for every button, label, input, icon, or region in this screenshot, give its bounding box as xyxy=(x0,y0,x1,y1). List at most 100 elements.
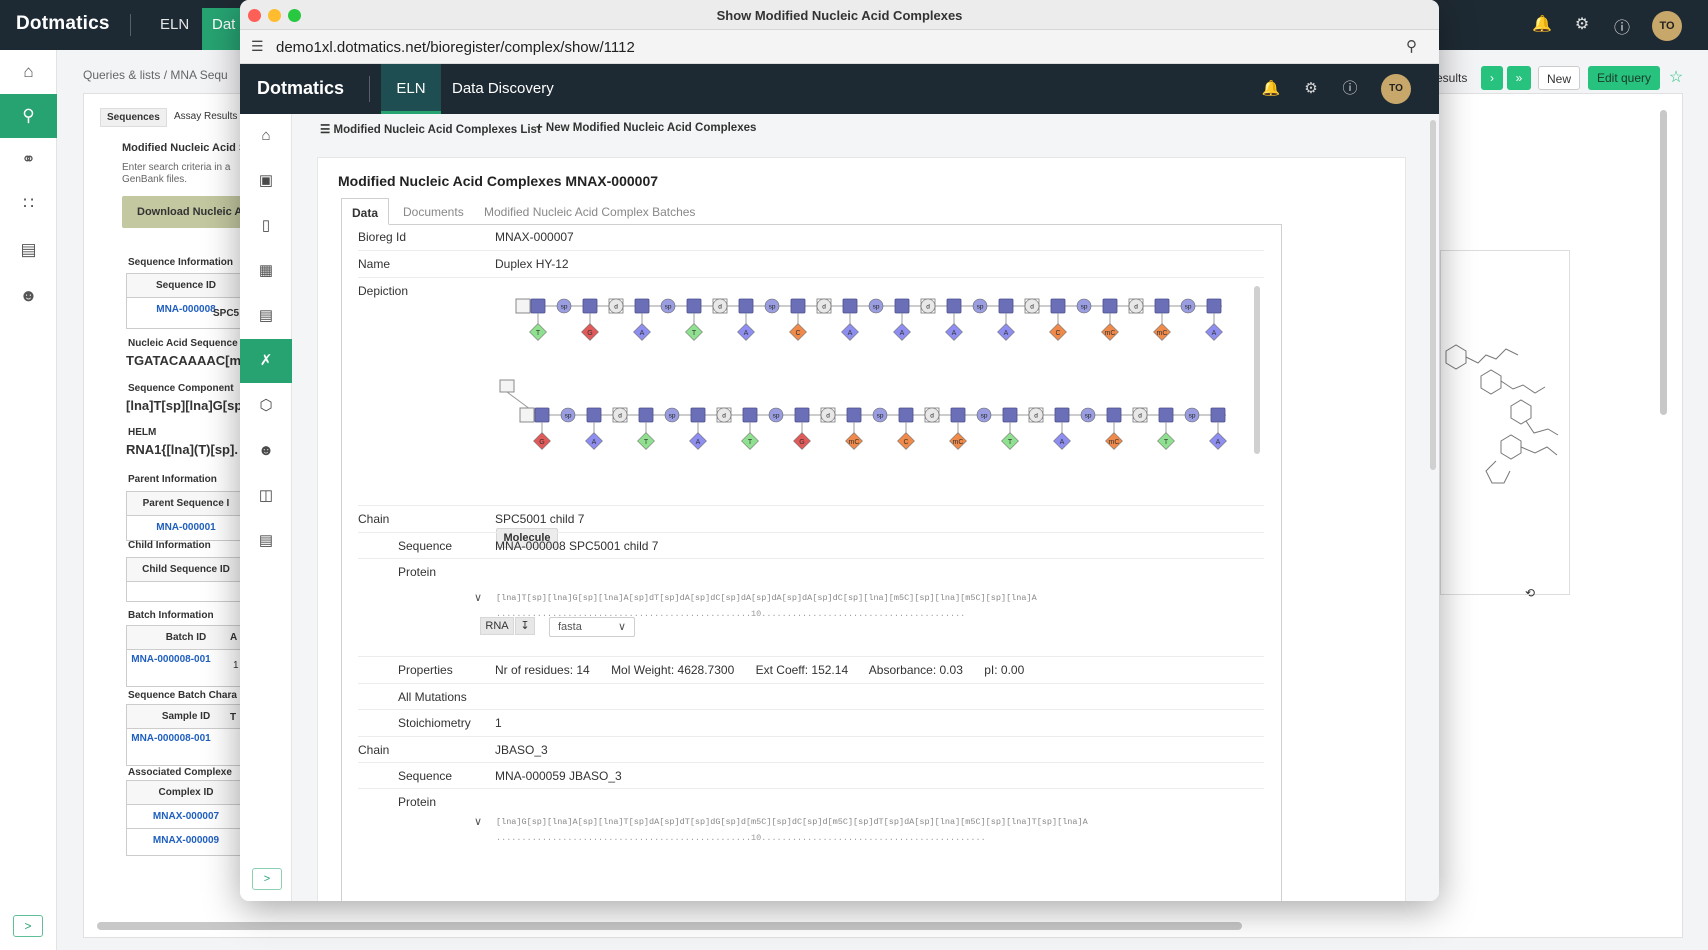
notebook-icon[interactable]: ▯ xyxy=(240,204,292,248)
bell-icon[interactable]: 🔔 xyxy=(1531,14,1553,36)
url-text[interactable]: demo1xl.dotmatics.net/bioregister/comple… xyxy=(276,39,635,56)
site-settings-icon[interactable]: ☰ xyxy=(251,38,264,55)
table-cell-link[interactable]: MNA-000008-001 xyxy=(127,650,245,666)
last-page-button[interactable]: » xyxy=(1507,66,1531,90)
table-cell: SPC5 xyxy=(213,308,240,319)
section-parent-information[interactable]: Parent Information xyxy=(128,474,217,485)
table-cell-link[interactable]: MNAX-000007 xyxy=(127,805,245,829)
plus-icon: + xyxy=(536,122,543,134)
strand-2-sugar xyxy=(1210,407,1226,423)
app-logo[interactable]: Dotmatics xyxy=(257,78,344,99)
parent-table: Parent Sequence I MNA-000001 xyxy=(126,491,246,541)
main-content: ☰ Modified Nucleic Acid Complexes List +… xyxy=(292,114,1439,901)
home-icon[interactable]: ⌂ xyxy=(240,114,292,158)
field-name: Name Duplex HY-12 xyxy=(358,251,1264,278)
depiction-scrollbar[interactable] xyxy=(1254,286,1260,454)
share-icon[interactable]: ⟲ xyxy=(1525,586,1535,600)
data-panel: Bioreg Id MNAX-000007 Name Duplex HY-12 … xyxy=(341,224,1282,901)
tab-batches[interactable]: Modified Nucleic Acid Complex Batches xyxy=(474,198,705,225)
tab-sequences[interactable]: Sequences xyxy=(100,108,167,127)
users-icon[interactable]: ☻ xyxy=(240,429,292,473)
window-vertical-scrollbar[interactable] xyxy=(1430,120,1436,470)
strand-1-base-label: A xyxy=(1212,330,1217,337)
breadcrumb[interactable]: Queries & lists / MNA Sequ xyxy=(83,68,228,82)
edit-query-button[interactable]: Edit query xyxy=(1588,66,1660,90)
download-icon[interactable]: ↧ xyxy=(515,617,535,635)
divider xyxy=(369,76,370,102)
strand-2-sugar xyxy=(742,407,758,423)
briefcase-icon[interactable]: ▣ xyxy=(240,159,292,203)
section-helm[interactable]: HELM xyxy=(128,427,156,438)
next-page-button[interactable]: › xyxy=(1481,66,1503,90)
chevron-down-icon[interactable]: ∨ xyxy=(474,815,482,828)
tab-assay-results[interactable]: Assay Results xyxy=(174,111,237,122)
address-bar[interactable]: ☰ demo1xl.dotmatics.net/bioregister/comp… xyxy=(240,30,1439,64)
strand-1-sugar xyxy=(894,298,910,314)
section-batch-information[interactable]: Batch Information xyxy=(128,610,214,621)
nav-eln[interactable]: ELN xyxy=(381,64,441,114)
hexagon-icon[interactable]: ⬡ xyxy=(240,384,292,428)
table-header: Sequence ID xyxy=(127,274,245,298)
tab-bar: Data Documents Modified Nucleic Acid Com… xyxy=(341,198,1282,225)
table-header: Batch ID xyxy=(127,626,245,650)
new-button[interactable]: New xyxy=(1538,66,1580,90)
strand-2-base-label: T xyxy=(1008,439,1013,446)
download-button[interactable]: Download Nucleic A xyxy=(122,196,252,228)
complex-card: Modified Nucleic Acid Complexes MNAX-000… xyxy=(317,157,1406,901)
strand-1-linker-label: sp xyxy=(977,304,984,311)
zoom-icon[interactable]: ⚲ xyxy=(1406,37,1417,55)
table-cell-link[interactable]: MNA-000001 xyxy=(127,516,245,539)
avatar[interactable]: TO xyxy=(1652,11,1682,41)
report-icon[interactable]: ▤ xyxy=(240,519,292,563)
table-cell-link[interactable]: MNAX-000009 xyxy=(127,829,245,852)
grid-icon[interactable]: ▦ xyxy=(240,249,292,293)
sidebar-expand-icon[interactable]: > xyxy=(252,868,282,890)
strand-2-base-label: mC xyxy=(1109,439,1120,446)
strand-1-base-label: A xyxy=(848,330,853,337)
star-icon[interactable]: ☆ xyxy=(1666,66,1686,90)
dna-icon[interactable]: ✗ xyxy=(240,339,292,383)
strand-1-linker-label: d xyxy=(1030,304,1034,311)
gear-icon[interactable]: ⚙ xyxy=(1571,14,1593,36)
molecule-icon[interactable]: ⚭ xyxy=(0,138,57,182)
strand-2-sugar xyxy=(638,407,654,423)
users-icon[interactable]: ☻ xyxy=(0,274,57,318)
rna-button[interactable]: RNA xyxy=(480,617,514,635)
nav-data-discovery[interactable]: Data Discovery xyxy=(452,80,554,97)
help-icon[interactable]: ⓘ xyxy=(1611,14,1633,37)
vertical-scrollbar[interactable] xyxy=(1660,110,1667,415)
gear-icon[interactable]: ⚙ xyxy=(1301,79,1321,99)
background-nav-eln[interactable]: ELN xyxy=(160,16,189,33)
table-cell-link[interactable]: MNA-000008-001 xyxy=(127,729,245,745)
list-link[interactable]: ☰ Modified Nucleic Acid Complexes List xyxy=(320,122,541,136)
horizontal-scrollbar[interactable] xyxy=(97,922,1242,930)
strand-1-base-label: A xyxy=(900,330,905,337)
strand-1-base-label: A xyxy=(640,330,645,337)
section-child-information[interactable]: Child Information xyxy=(128,540,211,551)
section-sequence-information[interactable]: Sequence Information xyxy=(128,257,233,268)
chevron-down-icon[interactable]: ∨ xyxy=(474,591,482,604)
clipboard-icon[interactable]: ▤ xyxy=(240,294,292,338)
avatar[interactable]: TO xyxy=(1381,74,1411,104)
section-nucleic-acid-sequence[interactable]: Nucleic Acid Sequence xyxy=(128,338,238,349)
strand-2-sugar xyxy=(1054,407,1070,423)
sidebar-expand-icon[interactable]: > xyxy=(13,915,43,937)
tab-documents[interactable]: Documents xyxy=(393,198,474,225)
format-select[interactable]: fasta ∨ xyxy=(549,617,635,637)
search-icon[interactable]: ⚲ xyxy=(0,94,57,138)
register-icon[interactable]: ◫ xyxy=(240,474,292,518)
section-sequence-batch[interactable]: Sequence Batch Chara xyxy=(128,690,237,701)
bell-icon[interactable]: 🔔 xyxy=(1261,79,1281,99)
section-sequence-component[interactable]: Sequence Component xyxy=(128,383,234,394)
help-icon[interactable]: ⓘ xyxy=(1340,79,1360,99)
new-complex-link[interactable]: + New Modified Nucleic Acid Complexes xyxy=(536,122,756,134)
section-associated-complexes[interactable]: Associated Complexe xyxy=(128,767,232,778)
home-icon[interactable]: ⌂ xyxy=(0,50,57,94)
strand-2-sugar xyxy=(846,407,862,423)
app-top-bar: Dotmatics ELN Data Discovery 🔔 ⚙ ⓘ TO xyxy=(240,64,1439,114)
tab-data[interactable]: Data xyxy=(341,198,390,225)
document-icon[interactable]: ▤ xyxy=(0,228,57,272)
app-sidebar: ⌂ ▣ ▯ ▦ ▤ ✗ ⬡ ☻ ◫ ▤ > xyxy=(240,114,292,901)
strand-2-sugar xyxy=(794,407,810,423)
chart-icon[interactable]: ∷ xyxy=(0,182,57,226)
